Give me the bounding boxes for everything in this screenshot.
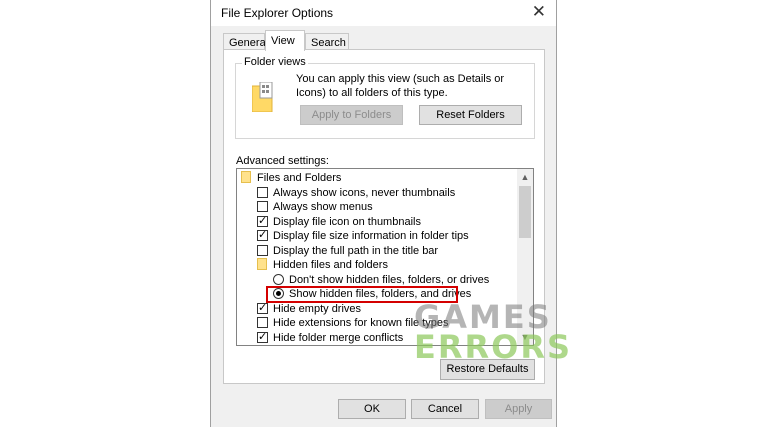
folder-icon — [257, 258, 267, 270]
advanced-settings-label: Advanced settings: — [236, 155, 329, 167]
option-label: Display the full path in the title bar — [273, 245, 439, 257]
radio-dont-show-hidden[interactable] — [273, 274, 284, 285]
folder-views-description: You can apply this view (such as Details… — [296, 73, 505, 99]
option-label: Always show icons, never thumbnails — [273, 187, 456, 199]
tree-item-label: Hidden files and folders — [273, 259, 388, 271]
folder-views-group: Folder views You can apply this view (su… — [235, 56, 535, 139]
checkbox-display-file-icon[interactable] — [257, 214, 268, 228]
ok-button[interactable]: OK — [338, 399, 406, 419]
checkbox-always-show-icons[interactable] — [257, 187, 268, 198]
checkbox-hide-merge-conflicts[interactable] — [257, 330, 268, 344]
folder-views-legend: Folder views — [242, 56, 308, 68]
option-label: Display file size information in folder … — [273, 230, 469, 242]
checkbox-display-file-size[interactable] — [257, 228, 268, 242]
cancel-button[interactable]: Cancel — [411, 399, 479, 419]
tab-search[interactable]: Search — [305, 33, 349, 50]
option-label: Hide empty drives — [273, 303, 362, 315]
checkbox-always-show-menus[interactable] — [257, 201, 268, 212]
checkbox-hide-extensions[interactable] — [257, 317, 268, 328]
games-errors-watermark: GAMES ERRORS — [414, 301, 573, 366]
checkbox-hide-empty-drives[interactable] — [257, 301, 268, 315]
watermark-line2: ERRORS — [414, 328, 573, 366]
option-label: Always show menus — [273, 201, 373, 213]
scroll-up-icon[interactable]: ▲ — [517, 169, 533, 185]
tree-item-label: Files and Folders — [257, 172, 342, 184]
close-icon[interactable]: ✕ — [532, 2, 546, 22]
window-title: File Explorer Options — [221, 6, 334, 20]
checkbox-display-full-path[interactable] — [257, 245, 268, 256]
option-label: Don't show hidden files, folders, or dri… — [289, 274, 490, 286]
apply-button[interactable]: Apply — [485, 399, 552, 419]
title-bar: File Explorer Options ✕ — [211, 0, 556, 26]
option-label: Hide folder merge conflicts — [273, 332, 404, 344]
apply-to-folders-button[interactable]: Apply to Folders — [300, 105, 403, 125]
option-label: Display file icon on thumbnails — [273, 216, 421, 228]
tab-general[interactable]: General — [223, 33, 268, 50]
tab-view[interactable]: View — [265, 30, 305, 51]
folder-icon — [241, 171, 251, 183]
reset-folders-button[interactable]: Reset Folders — [419, 105, 522, 125]
folder-views-icon — [252, 82, 273, 112]
scroll-thumb[interactable] — [519, 186, 531, 238]
